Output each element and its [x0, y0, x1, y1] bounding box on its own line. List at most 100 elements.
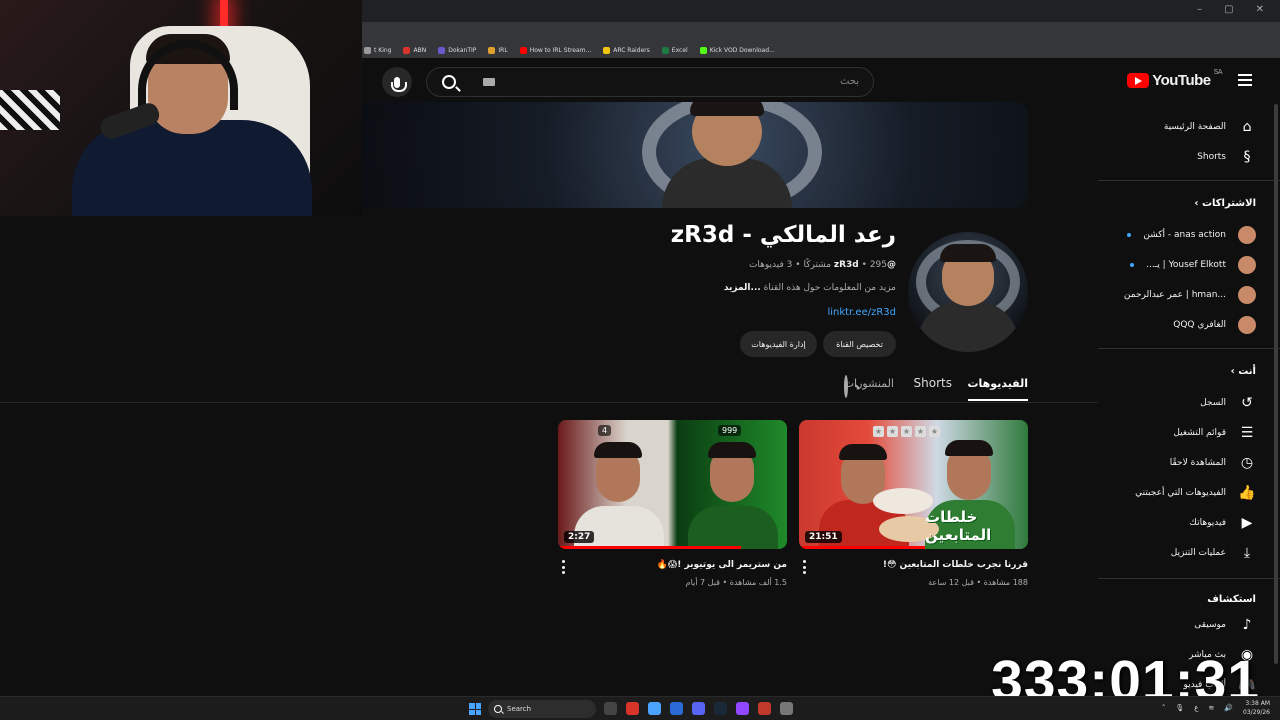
- bookmark-item[interactable]: Excel: [661, 46, 688, 54]
- search-input[interactable]: بحث: [426, 67, 874, 97]
- music-icon: ♪: [1242, 617, 1252, 633]
- taskbar-app-icon[interactable]: [648, 702, 661, 715]
- channel-description[interactable]: مزيد من المعلومات حول هذه القناة ...المز…: [724, 283, 896, 293]
- subscription-name: الغافري QQQ: [1173, 320, 1226, 330]
- meta-separator: •: [861, 260, 867, 270]
- section-title: الاشتراكات: [1201, 198, 1256, 209]
- bookmark-item[interactable]: t King: [364, 46, 392, 54]
- more-link[interactable]: ...المزيد: [724, 283, 761, 293]
- person-hair: [594, 442, 642, 458]
- bookmark-item[interactable]: ABN: [403, 46, 426, 54]
- voice-search-button[interactable]: [382, 67, 412, 97]
- wifi-icon[interactable]: ≋: [1208, 704, 1214, 712]
- volume-icon[interactable]: 🔊: [1224, 704, 1233, 712]
- download-icon: ⤓: [1243, 545, 1251, 561]
- avatar: [1238, 316, 1256, 334]
- taskbar-app-icon[interactable]: [692, 702, 705, 715]
- taskbar-search[interactable]: Search: [488, 700, 596, 718]
- history-icon: ↺: [1241, 395, 1253, 411]
- meta-separator: •: [795, 260, 801, 270]
- taskbar-clock[interactable]: 3:38 AM 03/29/26: [1243, 699, 1270, 717]
- sidebar-item[interactable]: 👍 الفيديوهات التي أعجبتني: [1135, 478, 1256, 508]
- manage-videos-button[interactable]: إدارة الفيديوهات: [740, 331, 817, 357]
- taskbar-app-icon[interactable]: [714, 702, 727, 715]
- taskbar-app-icon[interactable]: [604, 702, 617, 715]
- menu-icon[interactable]: [1238, 74, 1252, 86]
- video-options-icon[interactable]: [562, 560, 565, 574]
- star-icon: ★: [915, 426, 926, 437]
- sidebar-item-label: موسيقى: [1194, 620, 1226, 630]
- sidebar-item-label: الفيديوهات التي أعجبتني: [1135, 488, 1226, 498]
- taskbar-app-icon[interactable]: [670, 702, 683, 715]
- channel-search-button[interactable]: [844, 375, 848, 398]
- maximize-icon[interactable]: ▢: [1224, 4, 1233, 15]
- customize-channel-button[interactable]: تخصيص القناة: [823, 331, 896, 357]
- bookmark-label: IRL: [498, 46, 508, 54]
- section-title: أنت: [1238, 366, 1256, 377]
- bookmark-item[interactable]: How to IRL Stream...: [519, 46, 592, 54]
- sidebar-item-label: عمليات التنزيل: [1170, 548, 1226, 558]
- sidebar-item[interactable]: ♪ موسيقى: [1194, 610, 1256, 640]
- sidebar-item[interactable]: ▶ فيديوهاتك: [1190, 508, 1256, 538]
- shorts-icon: §: [1243, 149, 1251, 165]
- sidebar-subscription[interactable]: ...hman | عمر عبدالرحمن: [1124, 280, 1256, 310]
- language-indicator[interactable]: ع: [1194, 704, 1198, 712]
- channel-avatar[interactable]: [908, 232, 1028, 352]
- sidebar-item-shorts[interactable]: § Shorts: [1197, 142, 1256, 172]
- sidebar-subscription[interactable]: anas action - أكشن: [1127, 220, 1256, 250]
- bookmark-item[interactable]: ARC Raiders: [603, 46, 650, 54]
- video-title[interactable]: قررنا نجرب خلطات المتابعين 😳!: [828, 560, 1028, 570]
- subscriptions-header[interactable]: الاشتراكات ›: [1194, 198, 1256, 209]
- channel-link[interactable]: linktr.ee/zR3d: [827, 307, 896, 318]
- video-card[interactable]: 4 999 2:27 من ستريمر الى يوتيوبر !😱🔥 1.5…: [558, 420, 787, 587]
- taskbar-app-icon[interactable]: [626, 702, 639, 715]
- bookmark-label: t King: [374, 46, 392, 54]
- sidebar-item-home[interactable]: ⌂ الصفحة الرئيسية: [1164, 112, 1256, 142]
- sidebar-item[interactable]: ↺ السجل: [1200, 388, 1256, 418]
- video-meta: 1.5 ألف مشاهدة • قبل 7 أيام: [685, 578, 787, 587]
- video-options-icon[interactable]: [803, 560, 806, 574]
- chevron-up-icon[interactable]: ˄: [1162, 704, 1166, 712]
- sidebar-item[interactable]: ☰ قوائم التشغيل: [1173, 418, 1256, 448]
- sidebar-subscription[interactable]: Yousef Elkott | يـ...: [1130, 250, 1256, 280]
- sidebar-item[interactable]: ◷ المشاهدة لاحقًا: [1170, 448, 1256, 478]
- bookmark-favicon-icon: [403, 46, 411, 54]
- bookmark-item[interactable]: IRL: [488, 46, 508, 54]
- video-meta: 188 مشاهدة • قبل 12 ساعة: [928, 578, 1028, 587]
- bookmark-item[interactable]: DokanTIP: [438, 46, 476, 54]
- minimize-icon[interactable]: –: [1197, 4, 1202, 15]
- taskbar-app-icon[interactable]: [780, 702, 793, 715]
- video-thumbnail[interactable]: 4 999 2:27: [558, 420, 787, 549]
- sidebar-divider: [1098, 180, 1280, 181]
- you-header[interactable]: أنت ›: [1231, 366, 1256, 377]
- bookmark-label: Excel: [671, 46, 688, 54]
- search-button[interactable]: [426, 67, 472, 97]
- mic-tray-icon[interactable]: 🎙: [1175, 704, 1184, 712]
- taskbar-app-icon[interactable]: [758, 702, 771, 715]
- tab-posts[interactable]: المنشورات: [844, 377, 894, 390]
- keyboard-icon[interactable]: [483, 78, 495, 86]
- person-hair: [708, 442, 756, 458]
- channel-meta: @zR3d • 295 مشتركًا • 3 فيديوهات: [749, 260, 896, 270]
- bookmark-favicon-icon: [438, 46, 446, 54]
- tab-videos[interactable]: الفيديوهات: [967, 377, 1028, 401]
- clock-date: 03/29/26: [1243, 709, 1270, 716]
- bookmark-label: How to IRL Stream...: [529, 46, 592, 54]
- sidebar-scrollbar[interactable]: [1274, 104, 1278, 664]
- subscription-name: anas action - أكشن: [1143, 230, 1226, 240]
- taskbar-app-icon[interactable]: [736, 702, 749, 715]
- mic-icon: [391, 76, 407, 92]
- bookmark-item[interactable]: Kick VOD Download...: [699, 46, 775, 54]
- tab-shorts[interactable]: Shorts: [914, 376, 952, 390]
- close-icon[interactable]: ✕: [1256, 4, 1264, 15]
- video-title[interactable]: من ستريمر الى يوتيوبر !😱🔥: [587, 560, 787, 570]
- sidebar-subscription[interactable]: الغافري QQQ: [1173, 310, 1256, 340]
- subscription-name: ...hman | عمر عبدالرحمن: [1123, 290, 1226, 300]
- youtube-logo[interactable]: YouTube SA: [1127, 69, 1223, 89]
- sidebar-item[interactable]: ⤓ عمليات التنزيل: [1171, 538, 1256, 568]
- bookmark-label: Kick VOD Download...: [709, 46, 775, 54]
- video-card[interactable]: ★ ★ ★ ★ ★ خلطات المتابعين 21:51 قررنا نج…: [799, 420, 1028, 587]
- food-plate: [873, 488, 933, 514]
- windows-start-icon[interactable]: [469, 703, 481, 715]
- video-thumbnail[interactable]: ★ ★ ★ ★ ★ خلطات المتابعين 21:51: [799, 420, 1028, 549]
